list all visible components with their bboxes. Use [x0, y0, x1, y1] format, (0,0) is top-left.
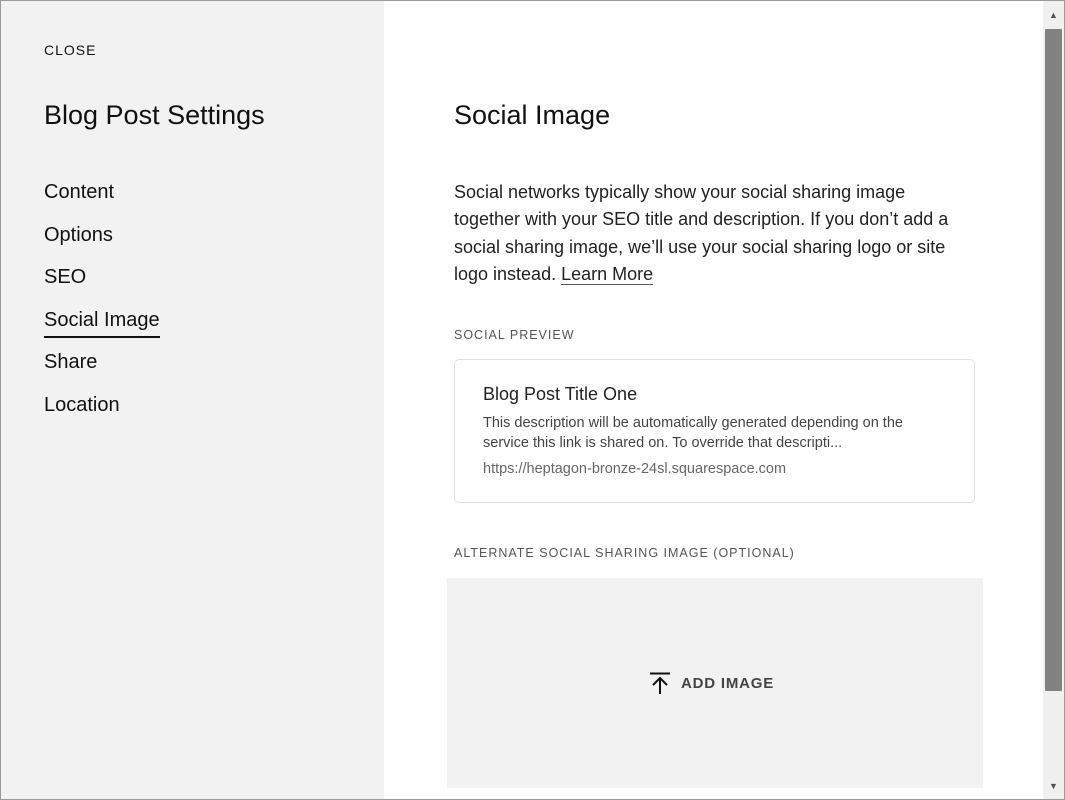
- settings-window: CLOSE Blog Post Settings Content Options…: [0, 0, 1065, 800]
- nav-item-label: Location: [44, 393, 120, 416]
- nav-item-label: Options: [44, 223, 113, 246]
- social-preview-card: Blog Post Title One This description wil…: [454, 359, 975, 503]
- nav-item-location[interactable]: Location: [44, 392, 160, 435]
- preview-title: Blog Post Title One: [483, 384, 638, 404]
- preview-url: https://heptagon-bronze-24sl.squarespace…: [483, 461, 787, 477]
- upload-icon: [648, 671, 672, 695]
- learn-more-link[interactable]: Learn More: [561, 263, 654, 285]
- social-preview-label: SOCIAL PREVIEW: [454, 328, 575, 342]
- preview-description: This description will be automatically g…: [483, 415, 903, 451]
- nav-item-label: Social Image: [44, 307, 160, 338]
- settings-nav: Content Options SEO Social Image Share L…: [44, 179, 160, 434]
- add-image-button[interactable]: ADD IMAGE: [648, 671, 774, 695]
- scroll-down-arrow-icon[interactable]: ▼: [1043, 772, 1064, 799]
- settings-sidebar: CLOSE Blog Post Settings Content Options…: [1, 1, 384, 799]
- close-button[interactable]: CLOSE: [44, 42, 96, 58]
- nav-item-seo[interactable]: SEO: [44, 264, 160, 307]
- nav-item-social-image[interactable]: Social Image: [44, 307, 160, 350]
- nav-item-content[interactable]: Content: [44, 179, 160, 222]
- scroll-up-arrow-icon[interactable]: ▲: [1043, 1, 1064, 28]
- panel-title: Social Image: [454, 100, 611, 130]
- nav-item-label: Content: [44, 181, 115, 203]
- settings-panel: Social Image Social networks typically s…: [385, 1, 1043, 799]
- nav-item-share[interactable]: Share: [44, 349, 160, 392]
- scrollbar-thumb[interactable]: [1045, 29, 1062, 691]
- add-image-label: ADD IMAGE: [681, 674, 775, 692]
- vertical-scrollbar[interactable]: ▲ ▼: [1043, 1, 1064, 799]
- nav-item-label: Share: [44, 351, 98, 373]
- nav-item-options[interactable]: Options: [44, 222, 160, 265]
- image-dropzone[interactable]: ADD IMAGE: [447, 578, 983, 788]
- nav-item-label: SEO: [44, 266, 87, 288]
- panel-description: Social networks typically show your soci…: [454, 179, 974, 288]
- sidebar-title: Blog Post Settings: [44, 100, 265, 130]
- alternate-image-label: ALTERNATE SOCIAL SHARING IMAGE (OPTIONAL…: [454, 546, 795, 560]
- description-text: Social networks typically show your soci…: [454, 182, 949, 284]
